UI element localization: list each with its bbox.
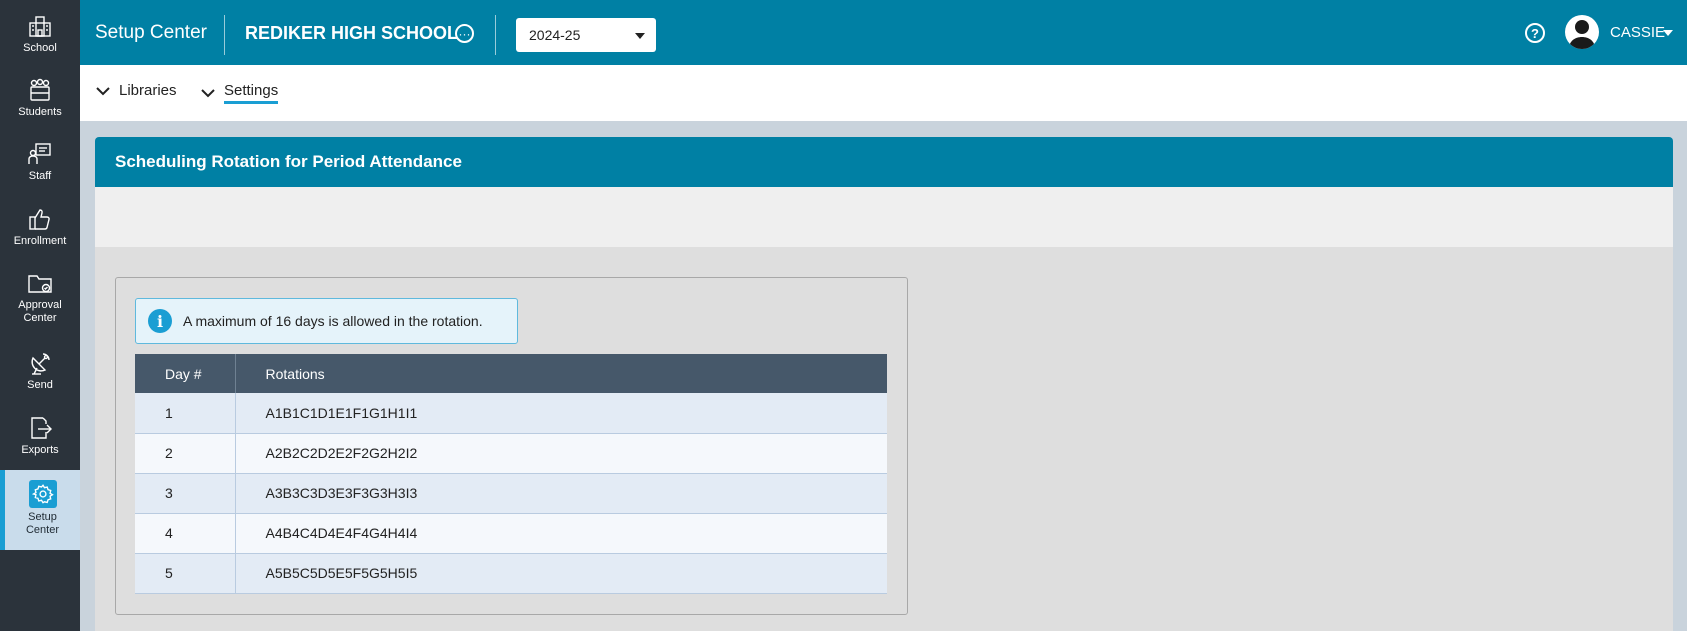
- export-icon: [31, 417, 52, 439]
- caret-down-icon[interactable]: [1663, 30, 1673, 36]
- school-year-select[interactable]: 2024-25: [516, 18, 656, 52]
- rotation-cell: A2B2C2D2E2F2G2H2I2: [235, 433, 887, 474]
- staff-icon: [28, 143, 51, 164]
- help-icon[interactable]: ?: [1525, 23, 1545, 43]
- nav-label-send: Send: [27, 379, 53, 391]
- gear-icon-box: [28, 480, 57, 508]
- nav-item-setup-center[interactable]: Setup Center: [0, 470, 80, 550]
- rotation-cell: A5B5C5D5E5F5G5H5I5: [235, 553, 887, 594]
- school-year-value: 2024-25: [529, 27, 581, 43]
- thumbs-up-icon: [29, 209, 50, 230]
- students-icon: [30, 78, 50, 101]
- table-row[interactable]: 2 A2B2C2D2E2F2G2H2I2: [135, 433, 887, 474]
- table-header-row: Day # Rotations: [135, 354, 887, 393]
- nav-label-exports: Exports: [21, 444, 59, 456]
- rotation-cell: A1B1C1D1E1F1G1H1I1: [235, 393, 887, 434]
- day-cell: 5: [135, 553, 236, 594]
- nav-label-school: School: [23, 42, 57, 54]
- avatar[interactable]: [1565, 15, 1599, 49]
- day-cell: 3: [135, 473, 236, 514]
- chevron-down-icon: [96, 86, 110, 95]
- libraries-label: Libraries: [119, 82, 177, 99]
- nav-item-approval-center[interactable]: Approval Center: [0, 270, 80, 325]
- top-header: Setup Center REDIKER HIGH SCHOOL ··· 202…: [80, 0, 1687, 65]
- table-row[interactable]: 4 A4B4C4D4E4F4G4H4I4: [135, 513, 887, 554]
- settings-menu[interactable]: Settings: [200, 82, 279, 104]
- header-divider: [224, 15, 225, 55]
- school-name[interactable]: REDIKER HIGH SCHOOL: [245, 23, 458, 44]
- table-row[interactable]: 1 A1B1C1D1E1F1G1H1I1: [135, 393, 887, 434]
- table-row[interactable]: 3 A3B3C3D3E3F3G3H3I3: [135, 473, 887, 514]
- nav-item-staff[interactable]: Staff: [0, 141, 80, 183]
- nav-item-send[interactable]: Send: [0, 350, 80, 392]
- nav-item-students[interactable]: Students: [0, 77, 80, 119]
- nav-item-school[interactable]: School: [0, 13, 80, 55]
- left-nav: School Students Staff Enrollment Approva…: [0, 0, 80, 631]
- settings-label: Settings: [224, 82, 279, 104]
- day-cell: 2: [135, 433, 236, 474]
- rotation-table: Day # Rotations 1 A1B1C1D1E1F1G1H1I1 2 A…: [135, 354, 887, 594]
- folder-icon: [28, 275, 52, 293]
- libraries-menu[interactable]: Libraries: [95, 82, 177, 99]
- nav-item-enrollment[interactable]: Enrollment: [0, 206, 80, 248]
- rotation-cell: A3B3C3D3E3F3G3H3I3: [235, 473, 887, 514]
- satellite-icon: [31, 353, 50, 375]
- header-divider: [495, 15, 496, 55]
- nav-label-students: Students: [18, 106, 62, 118]
- nav-label-staff: Staff: [28, 170, 52, 182]
- nav-item-exports[interactable]: Exports: [0, 415, 80, 457]
- info-message: i A maximum of 16 days is allowed in the…: [135, 298, 518, 344]
- sub-nav: Libraries Settings: [80, 65, 1687, 121]
- panel-toolbar: [95, 187, 1673, 247]
- day-cell: 1: [135, 393, 236, 434]
- user-name[interactable]: CASSIE: [1610, 24, 1665, 41]
- info-icon: i: [148, 309, 172, 333]
- rotation-cell: A4B4C4D4E4F4G4H4I4: [235, 513, 887, 554]
- chevron-down-icon: [201, 89, 215, 98]
- table-row[interactable]: 5 A5B5C5D5E5F5G5H5I5: [135, 553, 887, 594]
- school-icon: [29, 16, 51, 37]
- app-title: Setup Center: [95, 22, 207, 43]
- info-text: A maximum of 16 days is allowed in the r…: [183, 313, 483, 329]
- nav-label-enrollment: Enrollment: [13, 235, 67, 247]
- more-options-icon[interactable]: ···: [455, 24, 474, 43]
- nav-label-approval-center: Approval Center: [18, 299, 62, 324]
- gear-icon: [31, 484, 54, 504]
- column-header-day[interactable]: Day #: [135, 354, 236, 393]
- nav-label-setup-center: Setup Center: [25, 511, 60, 536]
- user-silhouette-icon: [1569, 20, 1595, 49]
- column-header-rotations[interactable]: Rotations: [235, 354, 887, 393]
- day-cell: 4: [135, 513, 236, 554]
- caret-down-icon: [635, 33, 645, 39]
- panel-title: Scheduling Rotation for Period Attendanc…: [95, 137, 1673, 187]
